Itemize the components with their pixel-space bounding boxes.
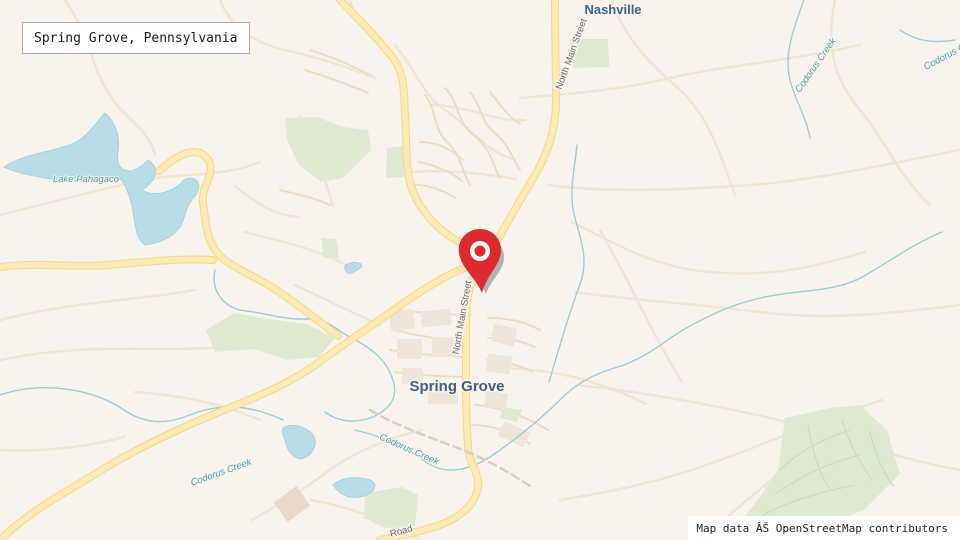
map-attribution: Map data ÂŠ OpenStreetMap contributors [688, 516, 960, 540]
location-label-text: Spring Grove, Pennsylvania [34, 30, 238, 46]
nashville-label[interactable]: Nashville [583, 1, 643, 19]
map-viewport[interactable]: Nashville Spring Grove Lake Pahagaco Cod… [0, 0, 960, 540]
map-pin-icon[interactable] [456, 228, 506, 294]
spring-grove-label[interactable]: Spring Grove [408, 377, 506, 397]
location-label: Spring Grove, Pennsylvania [22, 22, 250, 54]
map-pin-body [458, 229, 501, 293]
attribution-text: Map data ÂŠ OpenStreetMap contributors [696, 521, 948, 535]
map-pin-center-dot [474, 245, 486, 257]
lake-pahagaco-label[interactable]: Lake Pahagaco [52, 173, 120, 186]
